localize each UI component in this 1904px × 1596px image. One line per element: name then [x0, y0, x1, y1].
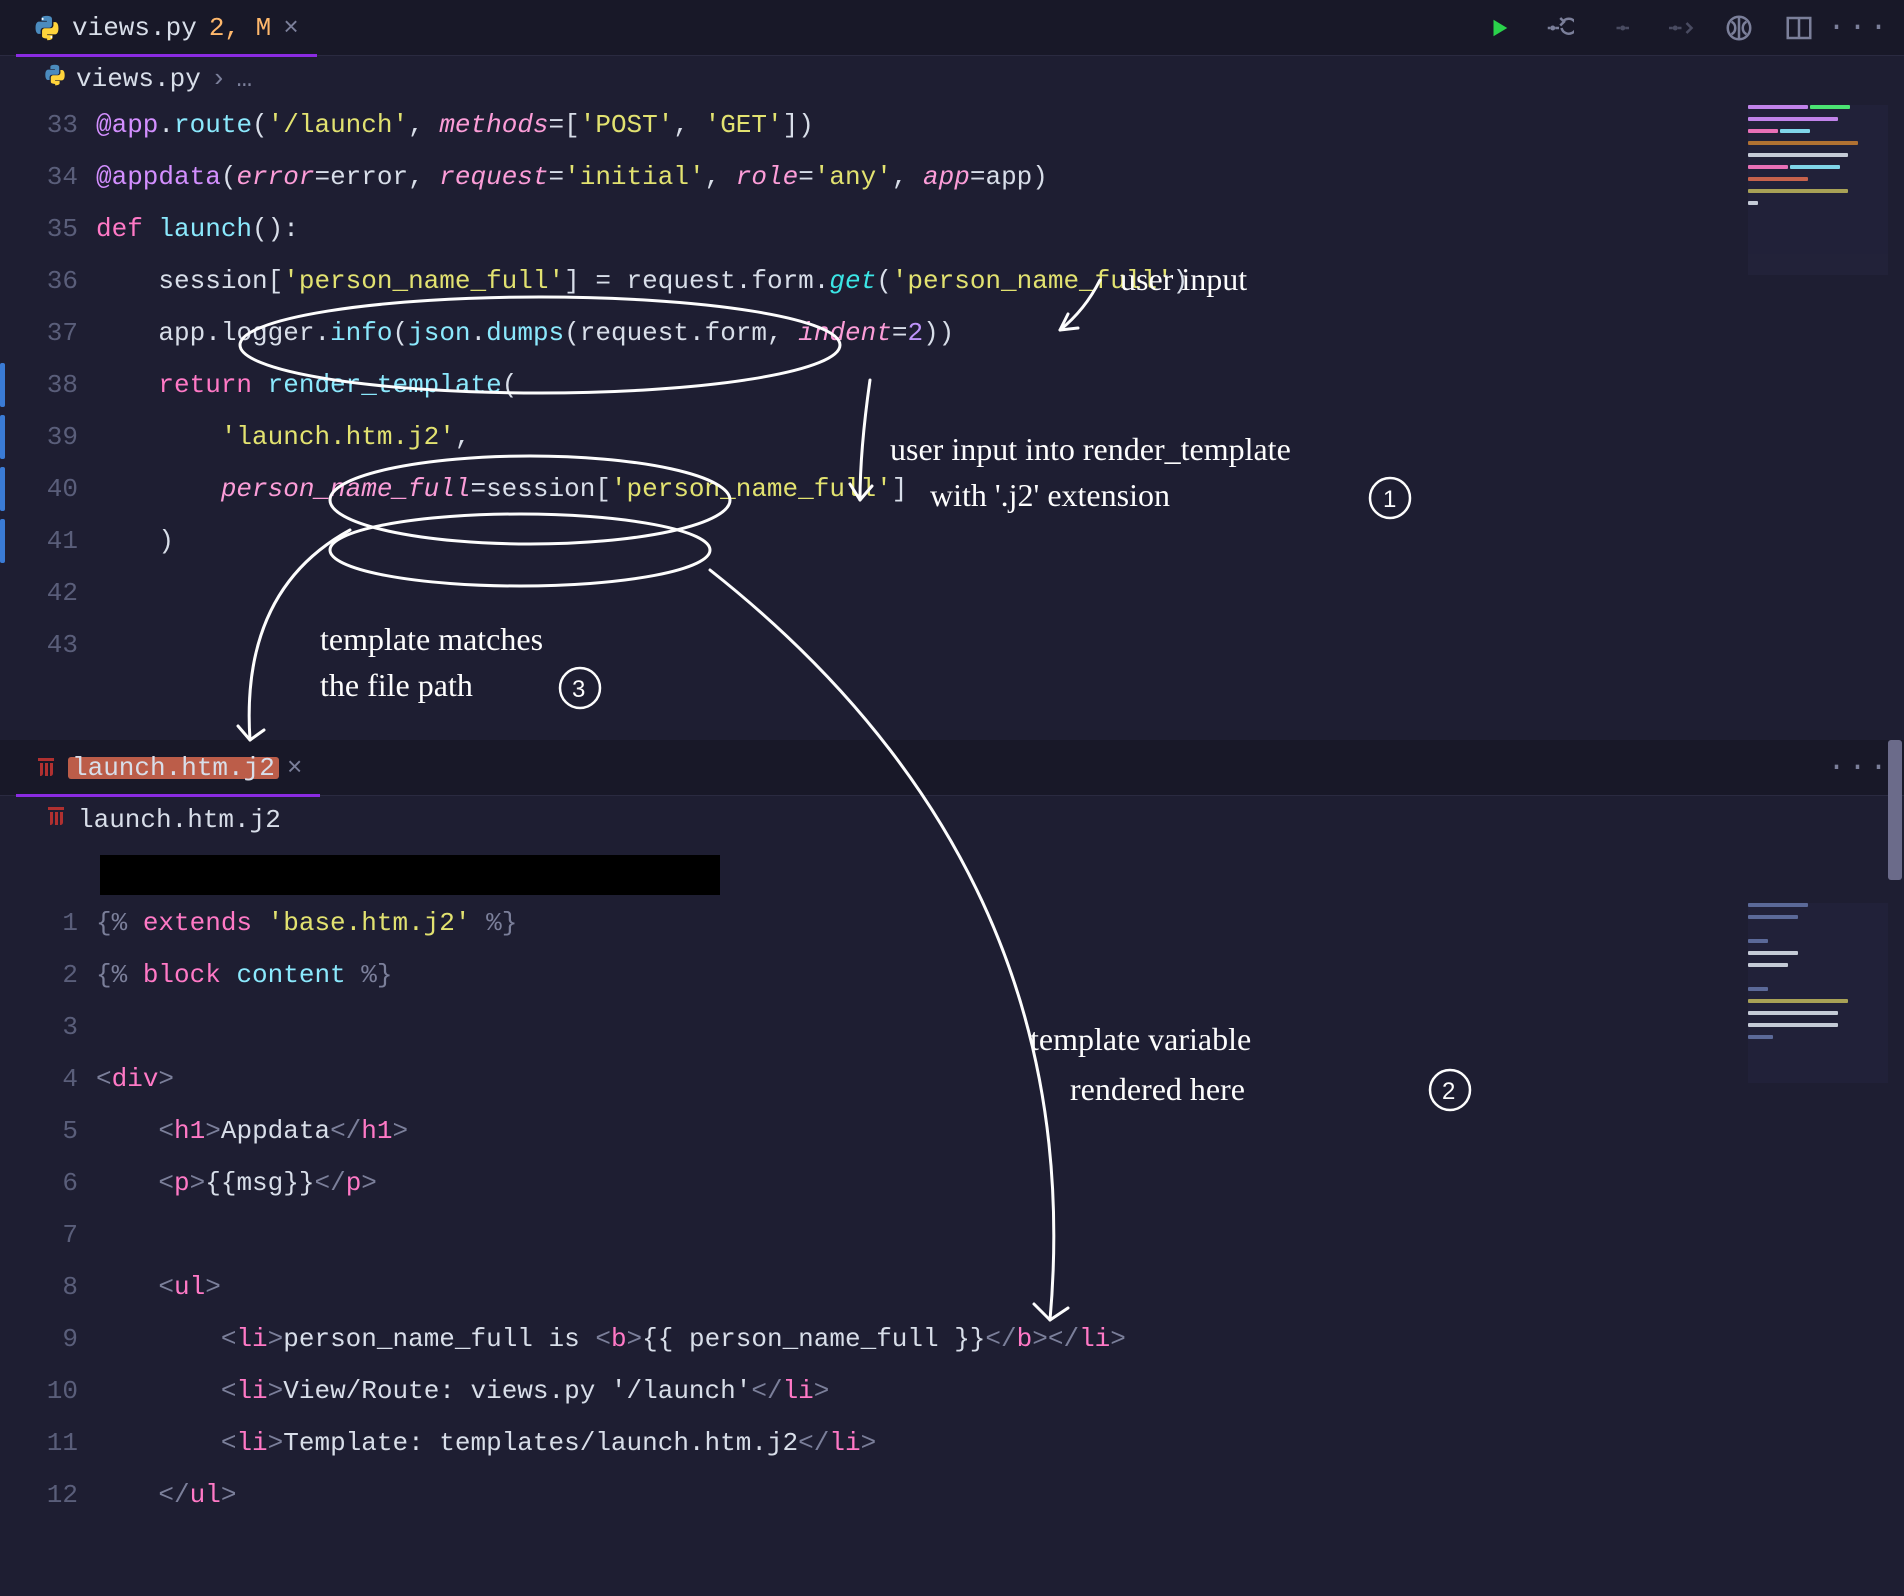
code-line[interactable]: <p>{{msg}}</p>	[96, 1157, 1784, 1209]
code-line[interactable]: @appdata(error=error, request='initial',…	[96, 151, 1784, 203]
step-fwd-icon[interactable]	[1664, 13, 1694, 43]
tab-launch-j2[interactable]: launch.htm.j2 ×	[16, 740, 320, 796]
breadcrumb-bottom[interactable]: launch.htm.j2	[0, 796, 1904, 841]
code-line[interactable]: def launch():	[96, 203, 1784, 255]
line-number: 39	[0, 411, 78, 463]
code-line[interactable]: )	[96, 515, 1784, 567]
run-icon[interactable]	[1484, 13, 1514, 43]
code-line[interactable]: <li>Template: templates/launch.htm.j2</l…	[96, 1417, 1784, 1469]
editor-group-top: views.py 2, M × ··· views.py › …	[0, 0, 1904, 740]
code-line[interactable]: <ul>	[96, 1261, 1784, 1313]
code-lines[interactable]: @app.route('/launch', methods=['POST', '…	[96, 99, 1904, 671]
code-line[interactable]: session['person_name_full'] = request.fo…	[96, 255, 1784, 307]
minimap-bottom[interactable]	[1748, 903, 1888, 1083]
more-icon[interactable]: ···	[1844, 753, 1874, 783]
line-number: 42	[0, 567, 78, 619]
line-number: 11	[0, 1417, 78, 1469]
code-line[interactable]: <li>View/Route: views.py '/launch'</li>	[96, 1365, 1784, 1417]
line-number: 9	[0, 1313, 78, 1365]
code-line[interactable]: <li>person_name_full is <b>{{ person_nam…	[96, 1313, 1784, 1365]
line-number-gutter: 3334353637383940414243	[0, 99, 96, 671]
code-line[interactable]: 'launch.htm.j2',	[96, 411, 1784, 463]
breadcrumb-file[interactable]: views.py	[76, 64, 201, 94]
branch-compare-icon[interactable]	[1724, 13, 1754, 43]
code-line[interactable]	[96, 1001, 1784, 1053]
line-number: 3	[0, 1001, 78, 1053]
scroll-thumb[interactable]	[1888, 740, 1902, 880]
minimap-top[interactable]	[1748, 105, 1888, 275]
vscode-window: views.py 2, M × ··· views.py › …	[0, 0, 1904, 1596]
tab-bar-bottom: launch.htm.j2 × ···	[0, 740, 1904, 796]
code-editor-top[interactable]: 3334353637383940414243 @app.route('/laun…	[0, 99, 1904, 671]
line-number: 36	[0, 255, 78, 307]
code-line[interactable]: app.logger.info(json.dumps(request.form,…	[96, 307, 1784, 359]
step-back-icon[interactable]	[1604, 13, 1634, 43]
python-icon	[34, 15, 60, 41]
line-number: 4	[0, 1053, 78, 1105]
line-number: 35	[0, 203, 78, 255]
line-number: 1	[0, 897, 78, 949]
code-line[interactable]: <div>	[96, 1053, 1784, 1105]
code-line[interactable]: <h1>Appdata</h1>	[96, 1105, 1784, 1157]
redacted-bar	[100, 855, 720, 895]
python-icon	[44, 64, 66, 94]
breadcrumb-top[interactable]: views.py › …	[0, 56, 1904, 99]
line-number: 7	[0, 1209, 78, 1261]
code-line[interactable]	[96, 619, 1784, 671]
jinja-icon	[44, 804, 68, 836]
chevron-right-icon: ›	[211, 64, 227, 94]
line-number: 33	[0, 99, 78, 151]
line-number-gutter: 123456789101112	[0, 897, 96, 1521]
breadcrumb-more[interactable]: …	[236, 64, 252, 94]
line-number: 10	[0, 1365, 78, 1417]
editor-toolbar-top: ···	[1484, 13, 1904, 43]
run-debug-icon[interactable]	[1544, 13, 1574, 43]
line-number: 12	[0, 1469, 78, 1521]
code-line[interactable]: </ul>	[96, 1469, 1784, 1521]
code-line[interactable]: @app.route('/launch', methods=['POST', '…	[96, 99, 1784, 151]
close-icon[interactable]: ×	[287, 753, 303, 783]
code-line[interactable]: {% block content %}	[96, 949, 1784, 1001]
tab-label: views.py	[72, 13, 197, 43]
code-editor-bottom[interactable]: 123456789101112 {% extends 'base.htm.j2'…	[0, 897, 1904, 1521]
code-line[interactable]: return render_template(	[96, 359, 1784, 411]
line-number: 37	[0, 307, 78, 359]
line-number: 41	[0, 515, 78, 567]
breadcrumb-file[interactable]: launch.htm.j2	[78, 805, 281, 835]
code-lines[interactable]: {% extends 'base.htm.j2' %}{% block cont…	[96, 897, 1904, 1521]
tab-bar-top: views.py 2, M × ···	[0, 0, 1904, 56]
line-number: 2	[0, 949, 78, 1001]
code-line[interactable]: {% extends 'base.htm.j2' %}	[96, 897, 1784, 949]
line-number: 5	[0, 1105, 78, 1157]
editor-group-bottom: launch.htm.j2 × ··· launch.htm.j2 123456…	[0, 740, 1904, 1596]
tab-views-py[interactable]: views.py 2, M ×	[16, 0, 317, 56]
line-number: 8	[0, 1261, 78, 1313]
line-number: 40	[0, 463, 78, 515]
tab-git-status: 2, M	[209, 13, 271, 43]
line-number: 38	[0, 359, 78, 411]
line-number: 34	[0, 151, 78, 203]
close-icon[interactable]: ×	[283, 13, 299, 43]
split-editor-icon[interactable]	[1784, 13, 1814, 43]
code-line[interactable]	[96, 567, 1784, 619]
jinja-icon	[34, 755, 60, 781]
code-line[interactable]: person_name_full=session['person_name_fu…	[96, 463, 1784, 515]
tab-label: launch.htm.j2	[72, 753, 275, 783]
line-number: 6	[0, 1157, 78, 1209]
code-line[interactable]	[96, 1209, 1784, 1261]
more-icon[interactable]: ···	[1844, 13, 1874, 43]
line-number: 43	[0, 619, 78, 671]
